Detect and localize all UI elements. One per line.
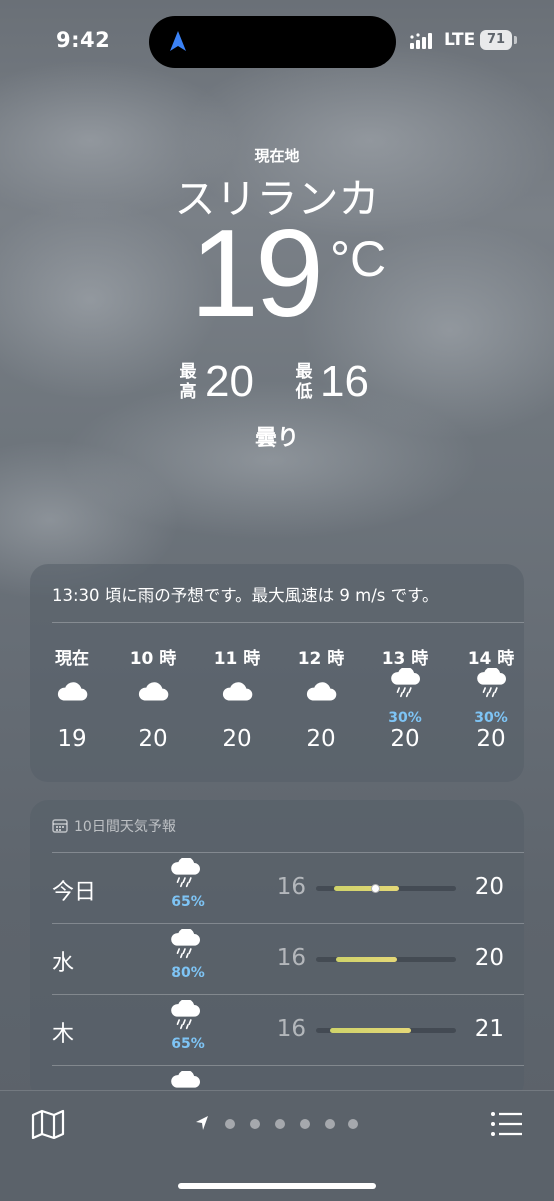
- current-temperature: 19: [190, 205, 324, 343]
- temp-range-bar: [334, 886, 399, 891]
- dynamic-island: [149, 16, 396, 68]
- hourly-item: 11 時 20: [207, 644, 267, 752]
- hour-temperature: 20: [476, 726, 506, 752]
- high-temp: 20: [474, 945, 504, 971]
- divider: [52, 923, 524, 924]
- page-dot[interactable]: [300, 1119, 310, 1129]
- cloud-rain-icon: [168, 927, 208, 965]
- hour-label: 11 時: [213, 649, 261, 669]
- battery-icon: 71: [480, 30, 512, 50]
- ten-day-forecast-card[interactable]: 10日間天気予報 今日 65% 16 20 水 80% 16 20 木 65% 16 21: [30, 800, 524, 1100]
- page-dot[interactable]: [250, 1119, 260, 1129]
- page-dot[interactable]: [225, 1119, 235, 1129]
- hour-label: 12 時: [297, 649, 345, 669]
- cloud-icon: [220, 680, 254, 708]
- temperature-unit: °C: [330, 231, 387, 287]
- hourly-item: 13 時 30% 20: [375, 644, 435, 752]
- home-indicator: [178, 1183, 376, 1189]
- calendar-icon: [52, 819, 68, 833]
- high-low: 最高 20 最低 16: [0, 360, 554, 420]
- day-name: 水: [52, 951, 75, 976]
- precip-chance: 30%: [474, 710, 508, 726]
- cloud-icon: [55, 680, 89, 708]
- high-temp: 20: [474, 874, 504, 900]
- temp-range-bar: [330, 1028, 411, 1033]
- daily-row[interactable]: 今日 65% 16 20: [30, 852, 524, 922]
- low-value: 16: [320, 357, 369, 406]
- map-icon[interactable]: [30, 1109, 66, 1139]
- location-label: 現在地: [254, 147, 300, 165]
- divider: [52, 1065, 524, 1066]
- high-label: 最高: [179, 362, 197, 402]
- battery-nub: [514, 36, 517, 44]
- precip-chance: 80%: [171, 965, 205, 981]
- low-label: 最低: [295, 362, 313, 402]
- temp-range-track: [316, 1028, 456, 1033]
- precip-chance: 65%: [171, 1036, 205, 1052]
- cloud-rain-icon: [168, 856, 208, 894]
- day-name: 今日: [52, 880, 97, 905]
- hourly-item: 14 時 30% 20: [461, 644, 521, 752]
- low-temp: 16: [276, 1016, 306, 1042]
- list-icon[interactable]: [490, 1109, 524, 1139]
- precip-chance: 30%: [388, 710, 422, 726]
- high-temp: 21: [474, 1016, 504, 1042]
- hour-temperature: 20: [138, 726, 168, 752]
- hour-temperature: 20: [306, 726, 336, 752]
- hourly-item: 現在 19: [42, 644, 102, 752]
- daily-row[interactable]: 水 80% 16 20: [30, 923, 524, 993]
- hour-temperature: 20: [222, 726, 252, 752]
- location-arrow-icon: [170, 31, 186, 51]
- divider: [52, 622, 524, 623]
- temp-range-bar: [336, 957, 397, 962]
- low-temp: 16: [276, 874, 306, 900]
- ten-day-header: 10日間天気予報: [52, 816, 176, 836]
- status-bar: 9:42 LTE 71: [0, 0, 554, 84]
- cloud-rain-icon: [388, 666, 422, 702]
- precip-chance: 65%: [171, 894, 205, 910]
- cloud-icon: [136, 680, 170, 708]
- hour-temperature: 20: [390, 726, 420, 752]
- hour-temperature: 19: [57, 726, 87, 752]
- daily-row[interactable]: 木 65% 16 21: [30, 994, 524, 1064]
- cloud-icon: [304, 680, 338, 708]
- page-dot[interactable]: [348, 1119, 358, 1129]
- location-arrow-icon: [196, 1116, 208, 1130]
- divider: [52, 852, 524, 853]
- temp-range-track: [316, 957, 456, 962]
- network-type: LTE: [444, 30, 476, 50]
- current-temp-marker: [371, 884, 380, 893]
- cloud-rain-icon: [474, 666, 508, 702]
- bottom-toolbar: [0, 1090, 554, 1201]
- forecast-summary: 13:30 頃に雨の予想です。最大風速は 9 m/s です。: [52, 586, 439, 605]
- hourly-forecast-card[interactable]: 13:30 頃に雨の予想です。最大風速は 9 m/s です。 現在 19 10 時 2…: [30, 564, 524, 782]
- hour-label: 10 時: [129, 649, 177, 669]
- page-dot[interactable]: [325, 1119, 335, 1129]
- hourly-item: 12 時 20: [291, 644, 351, 752]
- divider: [52, 994, 524, 995]
- hourly-item: 10 時 20: [123, 644, 183, 752]
- low-temp: 16: [276, 945, 306, 971]
- condition-text: 曇り: [254, 426, 299, 451]
- hour-label: 13 時: [381, 649, 429, 669]
- signal-icon: [410, 33, 432, 49]
- ten-day-title: 10日間天気予報: [74, 819, 176, 835]
- hour-label: 14 時: [467, 649, 515, 669]
- status-time: 9:42: [56, 28, 111, 52]
- page-dot[interactable]: [275, 1119, 285, 1129]
- high-value: 20: [205, 357, 254, 406]
- cloud-rain-icon: [168, 998, 208, 1036]
- hour-label: 現在: [55, 649, 89, 669]
- day-name: 木: [52, 1022, 75, 1047]
- temp-range-track: [316, 884, 456, 893]
